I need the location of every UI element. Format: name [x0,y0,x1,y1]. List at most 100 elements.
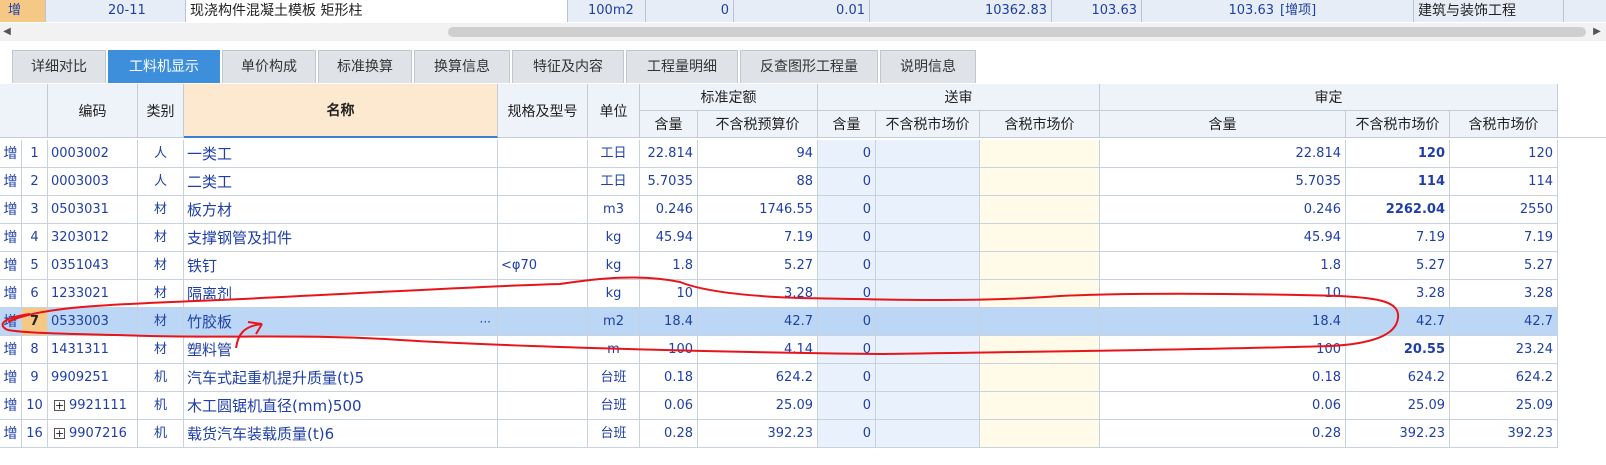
row-submit-price-in[interactable] [980,308,1100,336]
row-review-price-in[interactable]: 392.23 [1450,420,1558,448]
row-std-qty[interactable]: 5.7035 [640,168,698,196]
row-review-price-in[interactable]: 7.19 [1450,224,1558,252]
horizontal-scrollbar[interactable]: ◀ ▶ [0,23,1606,41]
header-review-qty[interactable]: 含量 [1100,111,1346,138]
row-type[interactable]: 材 [138,196,184,224]
row-code[interactable]: 0351043 [48,252,138,280]
row-submit-price-in[interactable] [980,140,1100,168]
row-review-qty[interactable]: 22.814 [1100,140,1346,168]
header-submit-price-ex[interactable]: 不含税市场价 [876,111,980,138]
row-submit-qty[interactable]: 0 [818,420,876,448]
row-spec[interactable] [498,168,588,196]
row-submit-qty[interactable]: 0 [818,280,876,308]
row-submit-qty[interactable]: 0 [818,140,876,168]
row-submit-price-in[interactable] [980,168,1100,196]
row-name[interactable]: 汽车式起重机提升质量(t)5 [184,364,498,392]
row-submit-price-in[interactable] [980,392,1100,420]
row-review-price-ex[interactable]: 3.28 [1346,280,1450,308]
header-review-price-ex[interactable]: 不含税市场价 [1346,111,1450,138]
row-submit-qty[interactable]: 0 [818,336,876,364]
row-spec[interactable] [498,196,588,224]
row-code[interactable]: 0503031 [48,196,138,224]
row-review-qty[interactable]: 18.4 [1100,308,1346,336]
row-std-qty[interactable]: 22.814 [640,140,698,168]
row-review-qty[interactable]: 1.8 [1100,252,1346,280]
header-name[interactable]: 名称 [184,84,498,138]
row-code[interactable]: +9907216 [48,420,138,448]
row-submit-price-in[interactable] [980,280,1100,308]
expand-plus-icon[interactable]: + [54,428,65,439]
row-submit-price-ex[interactable] [876,364,980,392]
row-code[interactable]: 9909251 [48,364,138,392]
row-review-price-in[interactable]: 3.28 [1450,280,1558,308]
row-type[interactable]: 人 [138,168,184,196]
row-unit[interactable]: kg [588,280,640,308]
row-review-qty[interactable]: 0.28 [1100,420,1346,448]
tab-standard-conversion[interactable]: 标准换算 [318,50,412,83]
row-submit-price-ex[interactable] [876,308,980,336]
row-review-price-in[interactable]: 5.27 [1450,252,1558,280]
row-review-price-ex[interactable]: 392.23 [1346,420,1450,448]
row-submit-qty[interactable]: 0 [818,196,876,224]
row-code[interactable]: 1431311 [48,336,138,364]
row-unit[interactable]: m3 [588,196,640,224]
row-std-price[interactable]: 3.28 [698,280,818,308]
row-submit-qty[interactable]: 0 [818,168,876,196]
table-row[interactable]: 增 3 0503031 材板方材 m3 0.246 1746.55 0 0.246 2262.04… [0,196,1606,224]
tab-reverse-graphic-quantity[interactable]: 反查图形工程量 [740,50,878,83]
row-std-price[interactable]: 42.7 [698,308,818,336]
tab-quantity-detail[interactable]: 工程量明细 [626,50,738,83]
table-row[interactable]: 增 5 0351043 材铁钉 <φ70 kg 1.8 5.27 0 1.8 5.27 5.27 [0,252,1606,280]
row-code[interactable]: 0003003 [48,168,138,196]
row-unit[interactable]: kg [588,224,640,252]
row-review-qty[interactable]: 0.246 [1100,196,1346,224]
row-std-price[interactable]: 7.19 [698,224,818,252]
row-name[interactable]: 隔离剂 [184,280,498,308]
row-type[interactable]: 材 [138,280,184,308]
row-review-qty[interactable]: 10 [1100,280,1346,308]
row-name[interactable]: 铁钉 [184,252,498,280]
table-row[interactable]: 增 10 +9921111 机木工圆锯机直径(mm)500 台班 0.06 25.09 0 0.… [0,392,1606,420]
table-row[interactable]: 增 9 9909251 机汽车式起重机提升质量(t)5 台班 0.18 624.2 0 0.18… [0,364,1606,392]
parent-item-row[interactable]: 增 20-11 现浇构件混凝土模板 矩形柱 100m2 0 0.01 10362… [0,0,1606,22]
row-type[interactable]: 材 [138,252,184,280]
ellipsis-button-icon[interactable]: ··· [480,308,491,335]
row-unit[interactable]: m2 [588,308,640,336]
scroll-left-arrow-icon[interactable]: ◀ [0,23,14,41]
row-name[interactable]: 一类工 [184,140,498,168]
row-std-price[interactable]: 4.14 [698,336,818,364]
row-std-qty[interactable]: 45.94 [640,224,698,252]
row-submit-price-ex[interactable] [876,140,980,168]
row-submit-price-in[interactable] [980,364,1100,392]
row-review-price-ex[interactable]: 624.2 [1346,364,1450,392]
row-submit-qty[interactable]: 0 [818,364,876,392]
scroll-thumb[interactable] [448,27,1586,37]
row-submit-price-ex[interactable] [876,252,980,280]
row-unit[interactable]: 工日 [588,140,640,168]
row-review-price-in[interactable]: 42.7 [1450,308,1558,336]
header-submit-qty[interactable]: 含量 [818,111,876,138]
row-review-price-ex[interactable]: 5.27 [1346,252,1450,280]
header-std-price[interactable]: 不含税预算价 [698,111,818,138]
row-submit-qty[interactable]: 0 [818,392,876,420]
row-spec[interactable]: <φ70 [498,252,588,280]
row-unit[interactable]: 工日 [588,168,640,196]
header-review-price-in[interactable]: 含税市场价 [1450,111,1558,138]
row-code[interactable]: +9921111 [48,392,138,420]
row-code[interactable]: 1233021 [48,280,138,308]
row-review-price-in[interactable]: 114 [1450,168,1558,196]
row-std-qty[interactable]: 10 [640,280,698,308]
table-row[interactable]: 增 6 1233021 材隔离剂 kg 10 3.28 0 10 3.28 3.28 [0,280,1606,308]
table-row[interactable]: 增 1 0003002 人一类工 工日 22.814 94 0 22.814 120 120 [0,140,1606,168]
row-std-price[interactable]: 94 [698,140,818,168]
parent-item-name[interactable]: 现浇构件混凝土模板 矩形柱 [186,0,568,22]
row-type[interactable]: 机 [138,392,184,420]
row-unit[interactable]: 台班 [588,364,640,392]
row-review-qty[interactable]: 0.18 [1100,364,1346,392]
row-type[interactable]: 机 [138,420,184,448]
header-code[interactable]: 编码 [48,84,138,138]
row-std-price[interactable]: 25.09 [698,392,818,420]
row-name[interactable]: 支撑钢管及扣件 [184,224,498,252]
row-review-price-ex[interactable]: 25.09 [1346,392,1450,420]
row-review-qty[interactable]: 0.06 [1100,392,1346,420]
